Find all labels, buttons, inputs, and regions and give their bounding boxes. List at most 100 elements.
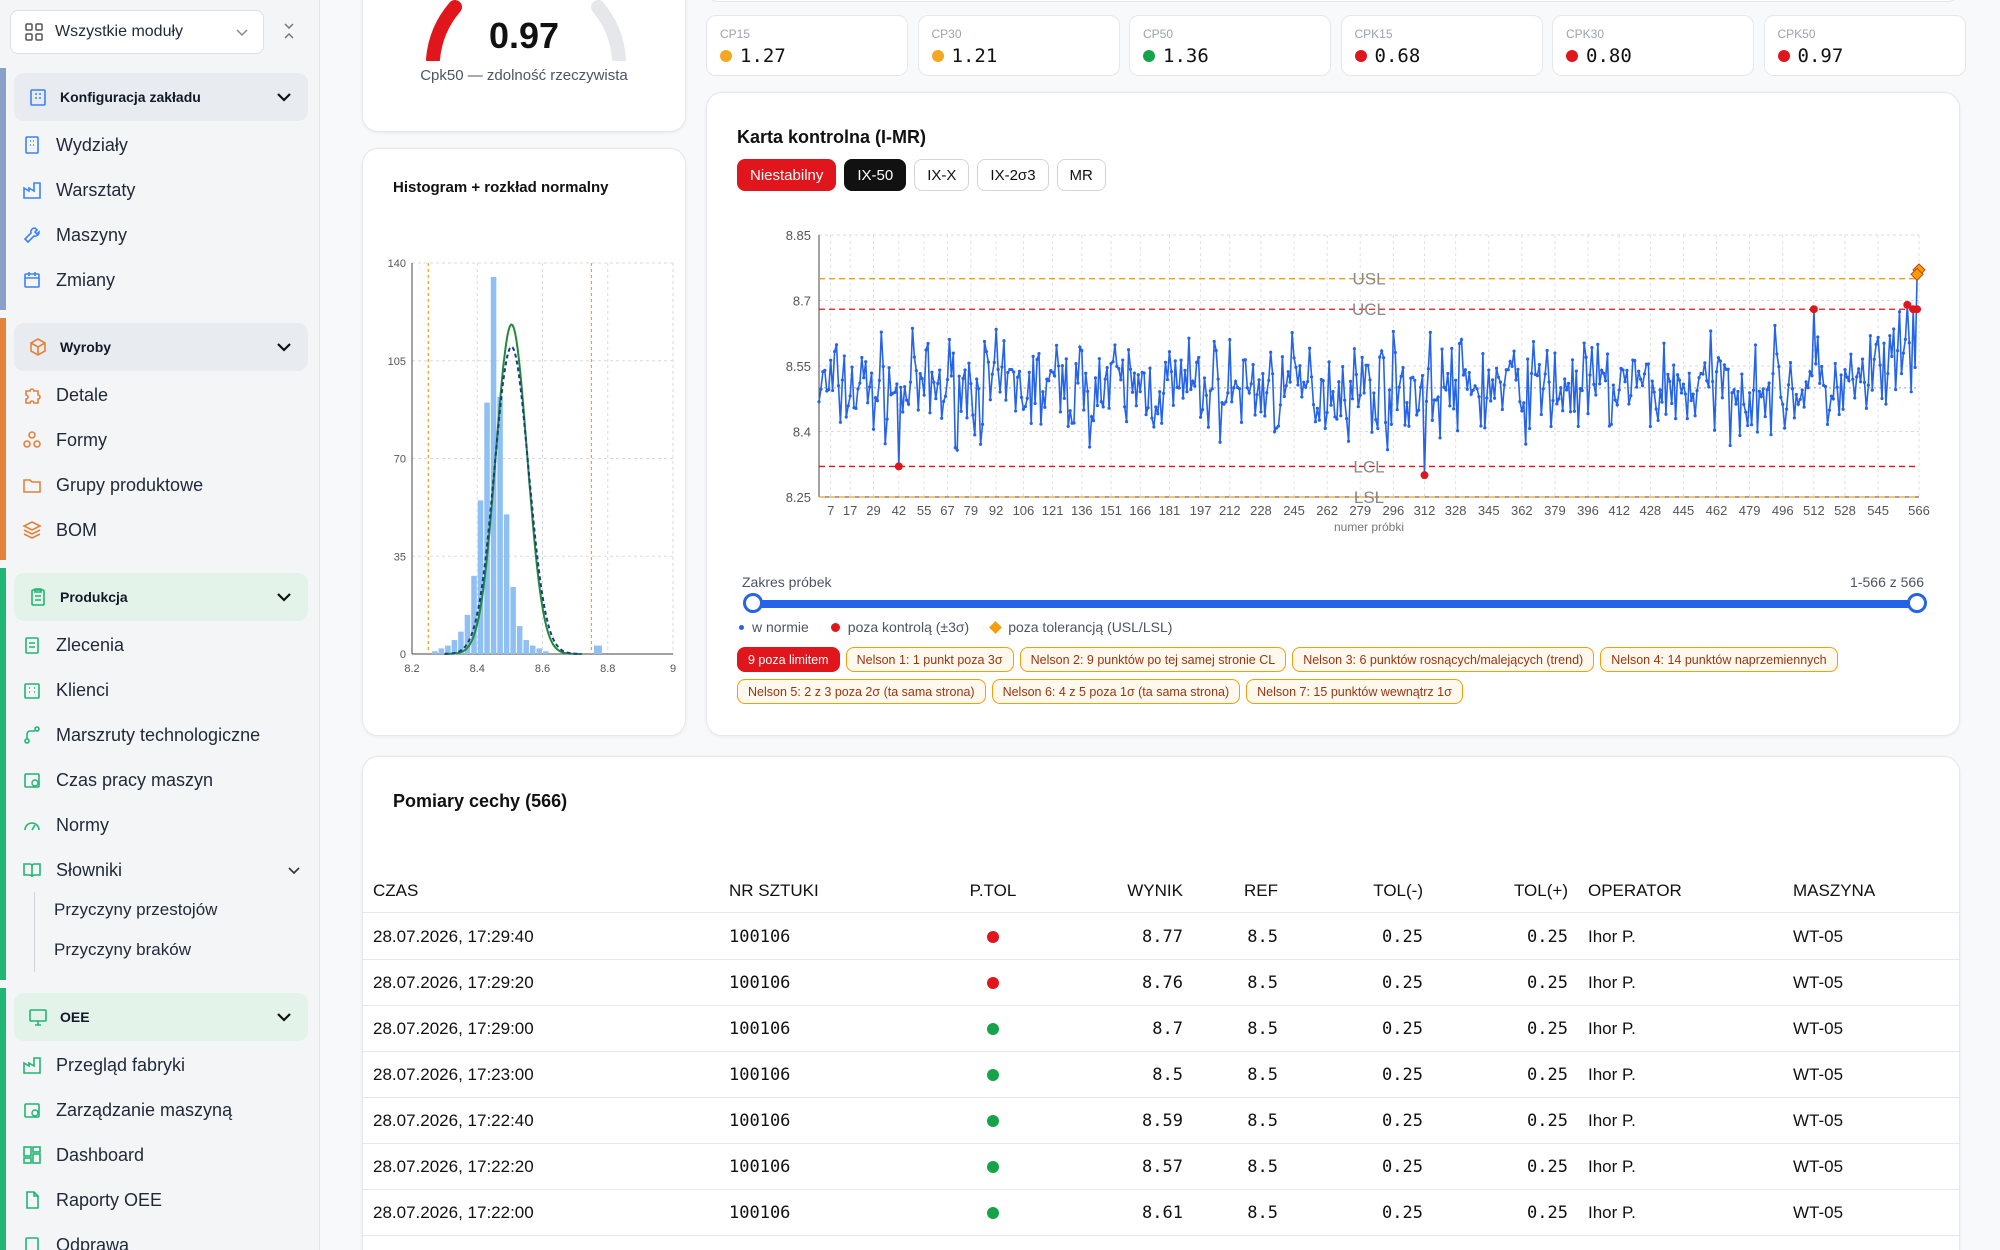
tab-niestabilny[interactable]: Niestabilny <box>737 159 837 191</box>
nav-przeglad-fabryki[interactable]: Przegląd fabryki <box>22 1047 185 1083</box>
data-point <box>1675 373 1680 377</box>
nav-grupy-produktowe[interactable]: Grupy produktowe <box>22 467 203 503</box>
status-dot-icon <box>1777 50 1790 62</box>
data-point <box>1436 395 1440 399</box>
group-konfiguracja[interactable]: Konfiguracja zakładu <box>14 73 308 121</box>
col-wynik[interactable]: WYNIK <box>1063 869 1183 913</box>
table-row[interactable]: 28.07.2026, 17:22:00 100106 8.61 8.5 0.2… <box>363 1190 1959 1236</box>
nav-bom[interactable]: BOM <box>22 512 97 548</box>
data-point <box>930 370 934 374</box>
data-point <box>1557 397 1561 401</box>
nav-klienci[interactable]: Klienci <box>22 672 109 708</box>
data-point <box>1806 386 1810 390</box>
data-point <box>1510 364 1514 368</box>
nav-detale[interactable]: Detale <box>22 377 108 413</box>
nav-marszruty[interactable]: Marszruty technologiczne <box>22 717 260 753</box>
col-nr-sztuki[interactable]: NR SZTUKI <box>729 869 819 913</box>
nav-odprawa[interactable]: Odprawa <box>22 1227 129 1250</box>
nav-zarzadzanie-maszyna[interactable]: Zarządzanie maszyną <box>22 1092 232 1128</box>
col-maszyna[interactable]: MASZYNA <box>1793 869 1875 913</box>
nav-warsztaty[interactable]: Warsztaty <box>22 172 135 208</box>
out-of-control-point[interactable] <box>1420 471 1429 480</box>
rule-badge[interactable]: 9 poza limitem <box>737 647 840 672</box>
col-czas[interactable]: CZAS <box>373 869 418 913</box>
data-point <box>1401 365 1405 370</box>
range-slider-track[interactable] <box>752 600 1917 608</box>
rule-badge[interactable]: Nelson 2: 9 punktów po tej samej stronie… <box>1019 647 1287 672</box>
group-wyroby[interactable]: Wyroby <box>14 323 308 371</box>
table-row[interactable]: 28.07.2026, 17:22:40 100106 8.59 8.5 0.2… <box>363 1098 1959 1144</box>
nav-wydzialy[interactable]: Wydziały <box>22 127 128 163</box>
nav-czas-pracy[interactable]: Czas pracy maszyn <box>22 762 213 798</box>
data-point <box>1543 372 1547 376</box>
data-point <box>1635 385 1639 389</box>
nav-normy[interactable]: Normy <box>22 807 109 843</box>
col-ptol[interactable]: P.TOL <box>963 869 1023 913</box>
x-tick-label: 29 <box>866 503 880 518</box>
out-of-control-point[interactable] <box>1913 305 1922 314</box>
rule-badge[interactable]: Nelson 1: 1 punkt poza 3σ <box>845 647 1014 672</box>
data-point <box>936 381 940 386</box>
col-operator[interactable]: OPERATOR <box>1588 869 1682 913</box>
data-point <box>1346 439 1351 443</box>
nav-formy[interactable]: Formy <box>22 422 107 458</box>
col-tol-plus[interactable]: TOL(+) <box>1443 869 1568 913</box>
data-point <box>895 382 899 386</box>
group-produkcja[interactable]: Produkcja <box>14 573 308 621</box>
col-ref[interactable]: REF <box>1203 869 1278 913</box>
cell-maszyna: WT-05 <box>1793 1157 1844 1176</box>
nav-przyczyny-brakow[interactable]: Przyczyny braków <box>54 933 191 967</box>
data-point <box>1802 405 1806 409</box>
rule-badge[interactable]: Nelson 7: 15 punktów wewnątrz 1σ <box>1246 679 1463 704</box>
kpi-value: 1.36 <box>1163 45 1209 67</box>
nav-maszyny[interactable]: Maszyny <box>22 217 127 253</box>
cell-nr: 100106 <box>729 1157 791 1177</box>
out-of-control-point[interactable] <box>894 462 903 471</box>
range-handle-end[interactable] <box>1907 593 1927 613</box>
tab-ix-2s3[interactable]: IX-2σ3 <box>977 159 1049 191</box>
nav-raporty-oee[interactable]: Raporty OEE <box>22 1182 162 1218</box>
nav-dashboard[interactable]: Dashboard <box>22 1137 144 1173</box>
histogram-bar <box>451 640 458 654</box>
rule-badge[interactable]: Nelson 3: 6 punktów rosnących/malejących… <box>1292 647 1595 672</box>
nav-slowniki[interactable]: Słowniki <box>22 852 302 888</box>
data-point <box>1337 380 1341 384</box>
table-row[interactable]: 28.07.2026, 17:29:00 100106 8.7 8.5 0.25… <box>363 1006 1959 1052</box>
x-tick-label: 228 <box>1250 503 1272 518</box>
nav-zmiany[interactable]: Zmiany <box>22 262 115 298</box>
collapse-sidebar-button[interactable] <box>278 20 300 42</box>
table-row[interactable]: 28.07.2026, 17:22:20 100106 8.57 8.5 0.2… <box>363 1144 1959 1190</box>
group-oee[interactable]: OEE <box>14 993 308 1041</box>
data-point <box>1247 391 1251 395</box>
data-point <box>1006 370 1010 375</box>
rule-badge[interactable]: Nelson 6: 4 z 5 poza 1σ (ta sama strona) <box>991 679 1241 704</box>
data-point <box>819 387 823 391</box>
x-tick-label: 8.2 <box>404 663 419 675</box>
rule-badge[interactable]: Nelson 5: 2 z 3 poza 2σ (ta sama strona) <box>737 679 986 704</box>
data-point <box>1284 384 1288 388</box>
route-icon <box>24 726 40 744</box>
data-point <box>1200 407 1205 412</box>
nav-zlecenia[interactable]: Zlecenia <box>22 627 124 663</box>
table-row[interactable]: 28.07.2026, 17:29:40 100106 8.77 8.5 0.2… <box>363 914 1959 960</box>
data-point <box>1360 355 1364 359</box>
nav-label: Normy <box>56 814 109 835</box>
data-point <box>1420 373 1425 378</box>
out-of-control-point[interactable] <box>1809 305 1818 314</box>
tab-mr[interactable]: MR <box>1056 159 1106 191</box>
data-point <box>1405 401 1409 405</box>
range-handle-start[interactable] <box>743 593 763 613</box>
histogram-title: Histogram + rozkład normalny <box>393 179 609 196</box>
tab-ix-x[interactable]: IX-X <box>914 159 970 191</box>
nav-przyczyny-przestojow[interactable]: Przyczyny przestojów <box>54 893 217 927</box>
rule-badge[interactable]: Nelson 4: 14 punktów naprzemiennych <box>1600 647 1838 672</box>
kpi-label: CP30 <box>931 27 962 41</box>
col-tol-minus[interactable]: TOL(-) <box>1303 869 1423 913</box>
table-row[interactable]: 28.07.2026, 17:29:20 100106 8.76 8.5 0.2… <box>363 960 1959 1006</box>
control-chart-title: Karta kontrolna (I-MR) <box>737 127 926 147</box>
tab-ix-50[interactable]: IX-50 <box>844 159 907 191</box>
table-row[interactable]: 28.07.2026, 17:23:00 100106 8.5 8.5 0.25… <box>363 1052 1959 1098</box>
module-select[interactable]: Wszystkie moduły <box>10 10 264 54</box>
data-point <box>938 368 942 372</box>
data-point <box>1566 381 1571 385</box>
